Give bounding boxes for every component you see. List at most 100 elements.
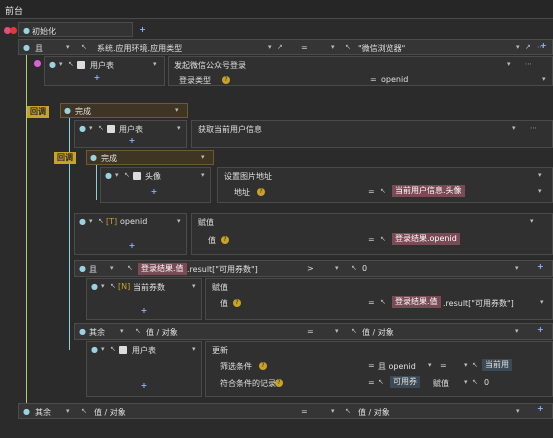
chevron-down-icon[interactable]: ▾ — [110, 264, 114, 272]
chevron-down-icon[interactable]: ▾ — [331, 43, 335, 51]
add-action-button[interactable]: + — [137, 305, 151, 317]
condition-right-value[interactable]: 0 — [362, 264, 367, 273]
filter-value[interactable]: 当前用 — [482, 359, 512, 371]
condition-operator[interactable]: = — [307, 327, 314, 336]
coupon-action-panel[interactable]: 赋值 值? = ↖ 登录结果.值 .result["可用券数"] ▾ — [205, 278, 553, 320]
chevron-down-icon[interactable]: ▾ — [335, 264, 339, 272]
add-action-button[interactable]: + — [147, 186, 161, 198]
else-label[interactable]: 其余 — [35, 407, 51, 418]
chevron-down-icon[interactable]: ▾ — [331, 407, 335, 415]
chevron-down-icon[interactable]: ▾ — [507, 60, 511, 68]
help-icon[interactable]: ? — [257, 188, 265, 196]
else-right-placeholder[interactable]: 值 / 对象 — [358, 407, 390, 418]
else-right-placeholder[interactable]: 值 / 对象 — [362, 327, 394, 338]
chevron-down-icon[interactable]: ▾ — [516, 407, 520, 415]
record-value[interactable]: 0 — [484, 378, 489, 387]
coupon-owner[interactable]: ● ▾ ↖ [N] 当前券数 ▾ + — [86, 278, 202, 320]
condition-right-value[interactable]: "微信浏览器" — [358, 43, 405, 54]
openid-action-panel[interactable]: 赋值 值? = ↖ 登录结果.openid ▾ — [191, 213, 553, 255]
condition-left-select[interactable]: 且 — [89, 264, 97, 275]
condition-path[interactable]: 系统.应用环境.应用类型 — [97, 43, 182, 54]
chevron-down-icon[interactable]: ▾ — [464, 378, 468, 386]
chevron-down-icon[interactable]: ▾ — [538, 187, 542, 195]
update-action-panel[interactable]: 更新 筛选条件? = 且 openid ▾ = ▾ ↖ 当前用 符合条件的记录?… — [205, 341, 553, 397]
users2-owner[interactable]: ● ▾ ↖ 用户表 ▾ + — [74, 120, 187, 148]
users1-owner[interactable]: ● ▾ ↖ 用户表 ▾ + — [44, 56, 165, 86]
chevron-down-icon[interactable]: ▾ — [66, 407, 70, 415]
chevron-down-icon[interactable]: ▾ — [177, 124, 181, 132]
update-owner[interactable]: ● ▾ ↖ 用户表 ▾ + — [86, 341, 202, 397]
add-action-button[interactable]: + — [137, 380, 151, 392]
chevron-down-icon[interactable]: ▾ — [175, 106, 179, 114]
record-field[interactable]: 可用券 — [390, 376, 420, 388]
condition-operator[interactable]: = — [301, 407, 308, 416]
more-icon[interactable]: ⋯ — [525, 60, 532, 68]
chevron-down-icon[interactable]: ▾ — [512, 124, 516, 132]
root-node[interactable]: ● 初始化 — [18, 22, 133, 37]
expr-value-a[interactable]: 登录结果.值 — [138, 263, 187, 275]
else-row-2[interactable]: ● 其余 ▾ ↖ 值 / 对象 = ▾ ↖ 值 / 对象 ▾ + — [18, 403, 553, 419]
help-icon[interactable]: ? — [233, 299, 241, 307]
chevron-down-icon[interactable]: ▾ — [428, 361, 432, 369]
else-left-placeholder[interactable]: 值 / 对象 — [146, 327, 178, 338]
chevron-down-icon[interactable]: ▾ — [515, 327, 519, 335]
users2-action-panel[interactable]: 获取当前用户信息 ▾ ⋯ — [191, 120, 553, 148]
add-condition-button[interactable]: + — [540, 41, 547, 50]
root-add-button[interactable]: + — [136, 22, 149, 37]
help-icon[interactable]: ? — [222, 76, 230, 84]
cursor-icon: ↖ — [98, 217, 104, 225]
help-icon[interactable]: ? — [221, 236, 229, 244]
chevron-down-icon[interactable]: ▾ — [516, 43, 520, 51]
add-condition-button[interactable]: + — [537, 325, 544, 334]
chevron-down-icon[interactable]: ▾ — [192, 345, 196, 353]
param-value-b[interactable]: .result["可用券数"] — [443, 298, 514, 309]
add-condition-button[interactable]: + — [537, 262, 544, 271]
add-action-button[interactable]: + — [90, 72, 104, 84]
param-value[interactable]: 登录结果.openid — [392, 233, 460, 245]
add-action-button[interactable]: + — [125, 240, 139, 252]
avatar-owner[interactable]: ● ▾ ↖ 头像 ▾ + — [100, 167, 211, 203]
chevron-down-icon[interactable]: ▾ — [538, 171, 542, 179]
chevron-down-icon[interactable]: ▾ — [201, 171, 205, 179]
chevron-down-icon[interactable]: ▾ — [515, 264, 519, 272]
filter-field[interactable]: 且 openid — [378, 361, 416, 372]
filter-operator[interactable]: = — [440, 361, 447, 370]
param-value[interactable]: openid — [381, 75, 408, 84]
chevron-down-icon[interactable]: ▾ — [540, 298, 544, 306]
add-action-button[interactable]: + — [125, 135, 139, 147]
chevron-down-icon[interactable]: ▾ — [177, 217, 181, 225]
help-icon[interactable]: ? — [275, 379, 283, 387]
add-condition-button[interactable]: + — [537, 404, 544, 413]
condition-row-1[interactable]: ● 且 ▾ ↖ 系统.应用环境.应用类型 ▾ ↗ = ▾ ↖ "微信浏览器" ▾… — [18, 39, 553, 55]
chevron-down-icon[interactable]: ▾ — [530, 217, 534, 225]
else-row-1[interactable]: ● 其余 ▾ ↖ 值 / 对象 = ▾ ↖ 值 / 对象 ▾ + — [74, 323, 553, 340]
chevron-down-icon[interactable]: ▾ — [153, 60, 157, 68]
chevron-down-icon[interactable]: ▾ — [542, 75, 546, 83]
openid-owner[interactable]: ● ▾ ↖ [T] openid ▾ + — [74, 213, 187, 255]
help-icon[interactable]: ? — [259, 362, 267, 370]
param-value[interactable]: 当前用户信息.头像 — [392, 185, 465, 197]
callback-node-1[interactable]: ● 完成 ▾ — [60, 103, 188, 118]
avatar-action-panel[interactable]: 设置图片地址 地址? = ↖ 当前用户信息.头像 ▾ ▾ — [217, 167, 553, 203]
callback-node-2[interactable]: ● 完成 ▾ — [86, 150, 214, 165]
chevron-down-icon[interactable]: ▾ — [335, 327, 339, 335]
chevron-down-icon[interactable]: ▾ — [268, 43, 272, 51]
else-left-placeholder[interactable]: 值 / 对象 — [94, 407, 126, 418]
else-label[interactable]: 其余 — [89, 327, 105, 338]
expr-value-b[interactable]: .result["可用券数"] — [187, 264, 258, 275]
chevron-down-icon[interactable]: ▾ — [120, 327, 124, 335]
more-icon[interactable]: ⋯ — [530, 124, 537, 132]
condition-operator[interactable]: = — [301, 43, 308, 52]
record-action[interactable]: 赋值 — [433, 378, 449, 389]
condition-left-select[interactable]: 且 — [35, 43, 43, 54]
chevron-down-icon[interactable]: ▾ — [201, 153, 205, 161]
condition-row-2[interactable]: ● 且 ▾ ↖ 登录结果.值 .result["可用券数"] > ▾ ↖ 0 ▾… — [74, 260, 553, 277]
equals-sign: = — [370, 75, 377, 84]
users1-action-panel[interactable]: 发起微信公众号登录 登录类型? = openid ▾ ▾ ⋯ — [168, 56, 553, 86]
param-value-a[interactable]: 登录结果.值 — [392, 296, 441, 308]
chevron-down-icon[interactable]: ▾ — [66, 43, 70, 51]
expand-icon[interactable]: ↗ — [277, 43, 283, 51]
condition-operator[interactable]: > — [307, 264, 314, 273]
chevron-down-icon[interactable]: ▾ — [464, 361, 468, 369]
chevron-down-icon[interactable]: ▾ — [192, 282, 196, 290]
